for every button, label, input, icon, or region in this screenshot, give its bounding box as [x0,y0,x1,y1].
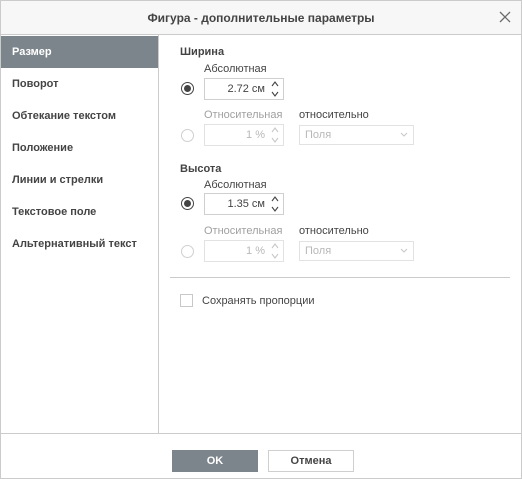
sidebar-item-alt-text[interactable]: Альтернативный текст [1,228,158,260]
width-absolute-label: Абсолютная [204,63,267,75]
width-relative-to-value: Поля [305,129,332,141]
caret-down-icon [400,248,408,253]
height-absolute-radio[interactable] [181,197,194,210]
height-relative-spinner[interactable]: 1 % [204,240,284,262]
chevron-down-icon[interactable] [271,252,279,260]
height-relative-to-select[interactable]: Поля [299,241,414,261]
height-relative-to-label: относительно [299,225,369,237]
sidebar-item-position[interactable]: Положение [1,132,158,164]
chevron-up-icon[interactable] [271,195,279,203]
cancel-button[interactable]: Отмена [268,450,354,472]
shape-advanced-settings-dialog: Фигура - дополнительные параметры Размер… [0,0,522,479]
chevron-down-icon[interactable] [271,136,279,144]
height-absolute-spinner[interactable]: 1.35 см [204,193,284,215]
height-section-title: Высота [180,163,222,175]
close-icon [499,11,511,23]
width-relative-spinner[interactable]: 1 % [204,124,284,146]
dialog-title: Фигура - дополнительные параметры [147,11,375,25]
height-relative-to-value: Поля [305,245,332,257]
settings-sidebar: Размер Поворот Обтекание текстом Положен… [1,35,159,433]
chevron-down-icon[interactable] [271,205,279,213]
height-relative-value: 1 % [246,245,265,257]
height-relative-radio[interactable] [181,245,194,258]
width-absolute-value: 2.72 см [227,83,265,95]
sidebar-item-lines-arrows[interactable]: Линии и стрелки [1,164,158,196]
width-absolute-spinner[interactable]: 2.72 см [204,78,284,100]
width-absolute-radio[interactable] [181,82,194,95]
height-relative-label: Относительная [204,225,283,237]
width-section-title: Ширина [180,46,225,58]
size-settings-panel: Ширина Абсолютная 2.72 см Относительная … [160,35,521,433]
dialog-footer: OK Отмена [1,433,521,478]
dialog-titlebar: Фигура - дополнительные параметры [1,1,521,35]
chevron-down-icon[interactable] [271,90,279,98]
height-absolute-value: 1.35 см [227,198,265,210]
chevron-up-icon[interactable] [271,242,279,250]
sidebar-item-rotation[interactable]: Поворот [1,68,158,100]
width-relative-to-select[interactable]: Поля [299,125,414,145]
height-absolute-label: Абсолютная [204,179,267,191]
keep-ratio-checkbox[interactable] [180,294,193,307]
width-relative-label: Относительная [204,109,283,121]
sidebar-item-text-box[interactable]: Текстовое поле [1,196,158,228]
caret-down-icon [400,132,408,137]
width-spinner-arrows [267,79,283,99]
width-relative-radio[interactable] [181,129,194,142]
width-relative-to-label: относительно [299,109,369,121]
keep-ratio-label[interactable]: Сохранять пропорции [202,295,315,307]
chevron-up-icon[interactable] [271,80,279,88]
close-button[interactable] [497,9,513,25]
width-relative-value: 1 % [246,129,265,141]
sidebar-item-size[interactable]: Размер [1,36,158,68]
height-relative-spinner-arrows [267,241,283,261]
ok-button[interactable]: OK [172,450,258,472]
chevron-up-icon[interactable] [271,126,279,134]
width-relative-spinner-arrows [267,125,283,145]
height-spinner-arrows [267,194,283,214]
sidebar-item-text-wrapping[interactable]: Обтекание текстом [1,100,158,132]
section-divider [170,277,510,278]
